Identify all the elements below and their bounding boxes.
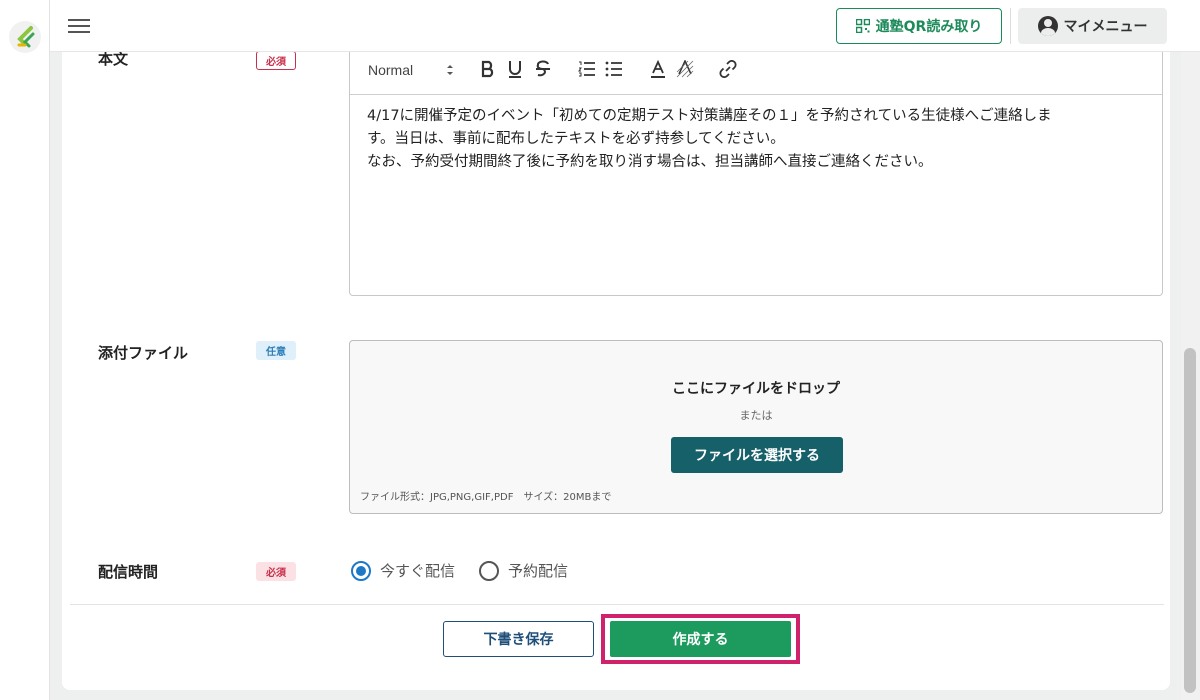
background-color-icon[interactable] <box>673 57 697 81</box>
create-button[interactable]: 作成する <box>610 621 791 657</box>
required-badge: 必須 <box>256 51 296 70</box>
my-menu-button[interactable]: マイメニュー <box>1018 8 1167 44</box>
bullet-list-icon[interactable] <box>602 57 626 81</box>
delivery-time-label: 配信時間 <box>98 563 159 581</box>
header-divider <box>1010 8 1011 44</box>
qr-code-icon <box>855 19 870 33</box>
dropzone-title: ここにファイルをドロップ <box>672 381 840 397</box>
editor-content[interactable]: 4/17に開催予定のイベント「初めての定期テスト対策講座その１」を予約されている… <box>367 105 1137 174</box>
save-draft-button[interactable]: 下書き保存 <box>443 621 594 657</box>
radio-scheduled-label: 予約配信 <box>508 562 569 580</box>
radio-checked-icon[interactable] <box>351 560 371 581</box>
logo-icon <box>17 26 35 48</box>
text-format-select[interactable]: Normal <box>368 59 454 81</box>
bold-icon[interactable] <box>476 57 500 81</box>
qr-scan-button[interactable]: 通塾QR読み取り <box>836 8 1002 44</box>
top-header: 通塾QR読み取り マイメニュー <box>50 0 1200 52</box>
radio-send-now[interactable]: 今すぐ配信 <box>351 560 455 581</box>
font-color-icon[interactable] <box>646 57 670 81</box>
select-file-button[interactable]: ファイルを選択する <box>671 437 843 473</box>
app-logo[interactable] <box>9 21 41 53</box>
hamburger-menu-icon[interactable] <box>68 16 90 36</box>
text-format-value: Normal <box>368 62 414 78</box>
radio-unchecked-icon[interactable] <box>479 560 499 581</box>
ordered-list-icon[interactable] <box>575 57 599 81</box>
attachment-field-label: 添付ファイル <box>98 344 189 362</box>
file-dropzone[interactable]: ここにファイルをドロップ または ファイルを選択する ファイル形式：JPG,PN… <box>349 340 1163 514</box>
radio-scheduled[interactable]: 予約配信 <box>479 560 568 581</box>
footer-divider <box>70 604 1164 605</box>
qr-scan-label: 通塾QR読み取り <box>875 19 983 35</box>
editor-line: 4/17に開催予定のイベント「初めての定期テスト対策講座その１」を予約されている… <box>367 108 1052 124</box>
link-icon[interactable] <box>716 57 740 81</box>
up-down-arrows-icon <box>447 65 453 75</box>
required-badge: 必須 <box>256 562 296 581</box>
editor-line: す。当日は、事前に配布したテキストを必ず持参してください。 <box>367 131 785 147</box>
dropzone-or-text: または <box>739 409 773 422</box>
left-rail <box>0 0 50 700</box>
optional-badge: 任意 <box>256 341 296 360</box>
my-menu-label: マイメニュー <box>1063 19 1148 35</box>
user-account-icon <box>1037 16 1058 36</box>
file-format-note: ファイル形式：JPG,PNG,GIF,PDF サイズ：20MBまで <box>360 492 612 503</box>
radio-send-now-label: 今すぐ配信 <box>380 562 456 580</box>
scrollbar-thumb[interactable] <box>1184 348 1196 693</box>
strikethrough-icon[interactable] <box>531 57 555 81</box>
rich-text-editor[interactable]: Normal 4/17に開催予定のイベント「初めての定期テスト対策講座その１」を… <box>349 42 1163 296</box>
underline-icon[interactable] <box>503 57 527 81</box>
editor-line: なお、予約受付期間終了後に予約を取り消す場合は、担当講師へ直接ご連絡ください。 <box>367 154 933 170</box>
